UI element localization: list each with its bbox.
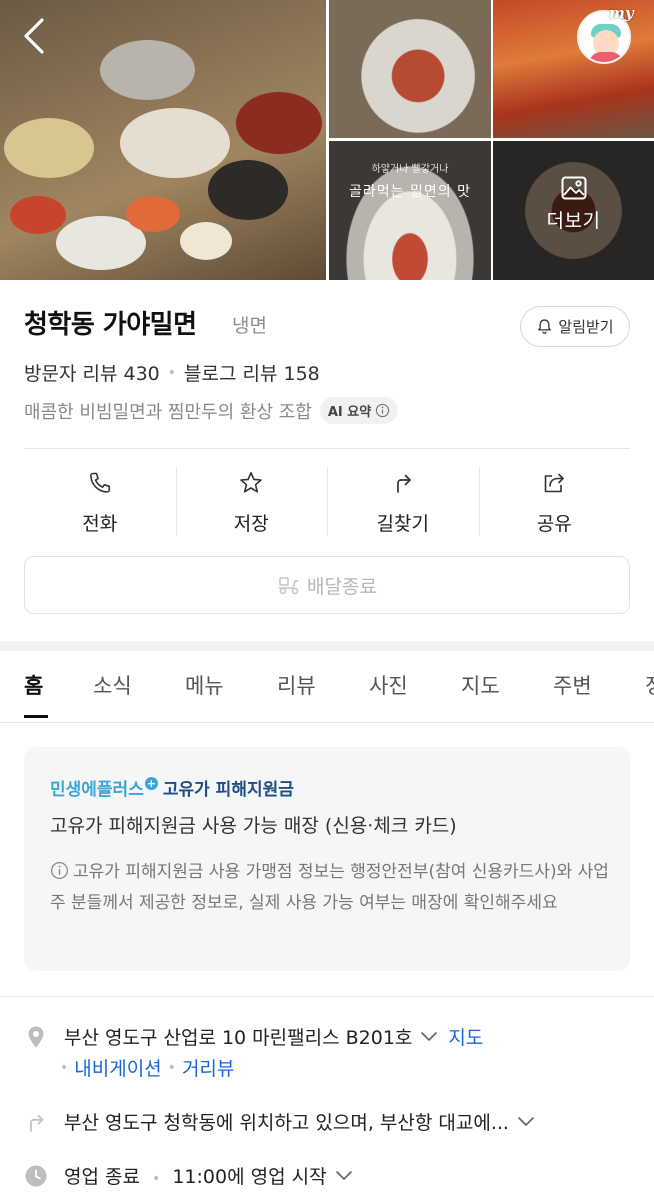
- place-name: 청학동 가야밀면: [24, 310, 197, 340]
- action-row: 전화 저장 길찾기 공유: [24, 466, 630, 538]
- directions-icon: [30, 1114, 44, 1132]
- separator-dot: •: [167, 1059, 176, 1076]
- more-photos-label: 더보기: [546, 210, 601, 232]
- review-counts: 방문자 리뷰 430 • 블로그 리뷰 158: [24, 359, 320, 386]
- call-label: 전화: [82, 513, 118, 535]
- business-hours-row[interactable]: 영업 종료 • 11:00에 영업 시작: [24, 1162, 630, 1192]
- photo-caption: 하얗거나 빨갛거나 골라먹는 밀면의 맛: [329, 160, 491, 201]
- address-row: 부산 영도구 산업로 10 마린팰리스 B201호 지도 • 내비게이션 • 거리…: [24, 1023, 630, 1085]
- directions-label: 길찾기: [376, 513, 429, 535]
- phone-icon: [89, 472, 110, 493]
- address-links: • 내비게이션 • 거리뷰: [60, 1054, 234, 1081]
- my-badge: my: [609, 4, 634, 22]
- photo-caption-big: 골라먹는 밀면의 맛: [349, 184, 471, 200]
- hours-status: 영업 종료: [64, 1166, 140, 1188]
- star-icon: [240, 472, 263, 493]
- photo-caption-small: 하얗거나 빨갛거나: [371, 164, 449, 175]
- info-icon: [50, 861, 69, 880]
- directions-row[interactable]: 부산 영도구 청학동에 위치하고 있으며, 부산항 대교에...: [24, 1108, 630, 1138]
- directions-text: 부산 영도구 청학동에 위치하고 있으며, 부산항 대교에...: [64, 1112, 509, 1134]
- back-button[interactable]: [16, 14, 56, 58]
- tab-map[interactable]: 지도: [461, 670, 500, 700]
- share-label: 공유: [536, 513, 572, 535]
- tab-bar: 홈 소식 메뉴 리뷰 사진 지도 주변 정: [0, 651, 654, 723]
- street-view-link[interactable]: 거리뷰: [182, 1054, 234, 1081]
- address[interactable]: 부산 영도구 산업로 10 마린팰리스 B201호 지도: [64, 1023, 483, 1050]
- benefit-note-text: 고유가 피해지원금 사용 가맹점 정보는 행정안전부(참여 신용카드사)와 사업…: [50, 862, 609, 913]
- divider: [0, 996, 654, 997]
- info-icon: [376, 403, 390, 418]
- benefit-card: 민생에플러스 + 고유가 피해지원금 고유가 피해지원금 사용 가능 매장 (신…: [24, 747, 630, 971]
- ai-summary-label: AI 요약: [327, 405, 372, 420]
- tab-news[interactable]: 소식: [93, 670, 132, 700]
- navigation-link[interactable]: 내비게이션: [74, 1054, 161, 1081]
- directions-description: 부산 영도구 청학동에 위치하고 있으며, 부산항 대교에...: [64, 1108, 545, 1135]
- dish-image: [208, 160, 288, 220]
- chevron-down-icon[interactable]: [420, 1031, 438, 1043]
- place-category: 냉면: [232, 315, 267, 337]
- location-pin-icon: [28, 1026, 44, 1048]
- summary-text: 매콤한 비빔밀면과 찜만두의 환상 조합: [24, 401, 312, 423]
- tab-menu[interactable]: 메뉴: [185, 670, 224, 700]
- notify-button[interactable]: 알림받기: [520, 306, 630, 347]
- more-photos-button[interactable]: 더보기: [493, 176, 654, 233]
- save-button[interactable]: 저장: [175, 466, 328, 538]
- tab-bar-border: [0, 722, 654, 723]
- map-link[interactable]: 지도: [448, 1027, 483, 1049]
- clock-icon: [25, 1165, 47, 1187]
- hours-text: 11:00에 영업 시작: [172, 1166, 327, 1188]
- chevron-down-icon[interactable]: [335, 1170, 353, 1182]
- separator-dot: •: [167, 364, 177, 381]
- directions-icon: [396, 474, 411, 493]
- dish-image: [4, 118, 94, 178]
- ai-summary-chip[interactable]: AI 요약: [319, 397, 399, 424]
- dish-image: [10, 196, 66, 234]
- photo-gallery[interactable]: 하얗거나 빨갛거나 골라먹는 밀면의 맛 더보기 my: [0, 0, 654, 280]
- image-icon: [561, 176, 586, 200]
- share-icon: [544, 473, 565, 493]
- delivery-button[interactable]: 배달종료: [24, 556, 630, 614]
- share-button[interactable]: 공유: [478, 466, 631, 538]
- chevron-left-icon: [24, 18, 44, 54]
- dish-image: [180, 222, 232, 260]
- dish-image: [126, 196, 180, 232]
- benefit-badge: 민생에플러스 + 고유가 피해지원금: [50, 775, 294, 800]
- call-button[interactable]: 전화: [24, 466, 176, 538]
- notify-label: 알림받기: [558, 318, 614, 336]
- delivery-label: 배달종료: [307, 575, 377, 598]
- tab-reviews[interactable]: 리뷰: [277, 670, 316, 700]
- address-text: 부산 영도구 산업로 10 마린팰리스 B201호: [64, 1027, 413, 1049]
- delivery-scooter-icon: [279, 577, 299, 595]
- section-gap: [0, 641, 654, 651]
- dish-image: [120, 108, 230, 178]
- photo-thumbnail[interactable]: [329, 0, 491, 138]
- directions-button[interactable]: 길찾기: [327, 466, 479, 538]
- benefit-title: 고유가 피해지원금 사용 가능 매장 (신용·체크 카드): [50, 815, 457, 837]
- benefit-note: 고유가 피해지원금 사용 가맹점 정보는 행정안전부(참여 신용카드사)와 사업…: [50, 857, 610, 919]
- tab-home[interactable]: 홈: [24, 670, 43, 700]
- tab-info[interactable]: 정: [645, 670, 654, 700]
- benefit-brand: 민생에플러스: [50, 780, 144, 800]
- separator-dot: •: [60, 1059, 69, 1076]
- separator-dot: •: [152, 1171, 161, 1187]
- dish-image: [236, 92, 322, 154]
- benefit-program: 고유가 피해지원금: [162, 780, 294, 800]
- tab-nearby[interactable]: 주변: [553, 670, 592, 700]
- visitor-reviews-link[interactable]: 방문자 리뷰 430: [24, 359, 160, 386]
- chevron-down-icon[interactable]: [517, 1116, 535, 1128]
- blog-reviews-link[interactable]: 블로그 리뷰 158: [184, 359, 320, 386]
- plus-icon: +: [144, 777, 158, 790]
- tab-photos[interactable]: 사진: [369, 670, 408, 700]
- divider: [24, 448, 630, 449]
- ai-summary: 매콤한 비빔밀면과 찜만두의 환상 조합 AI 요약: [24, 397, 399, 424]
- dish-image: [100, 40, 195, 100]
- active-tab-indicator: [24, 715, 48, 718]
- bell-plus-icon: [538, 319, 552, 334]
- save-label: 저장: [233, 513, 269, 535]
- business-hours: 영업 종료 • 11:00에 영업 시작: [64, 1162, 363, 1189]
